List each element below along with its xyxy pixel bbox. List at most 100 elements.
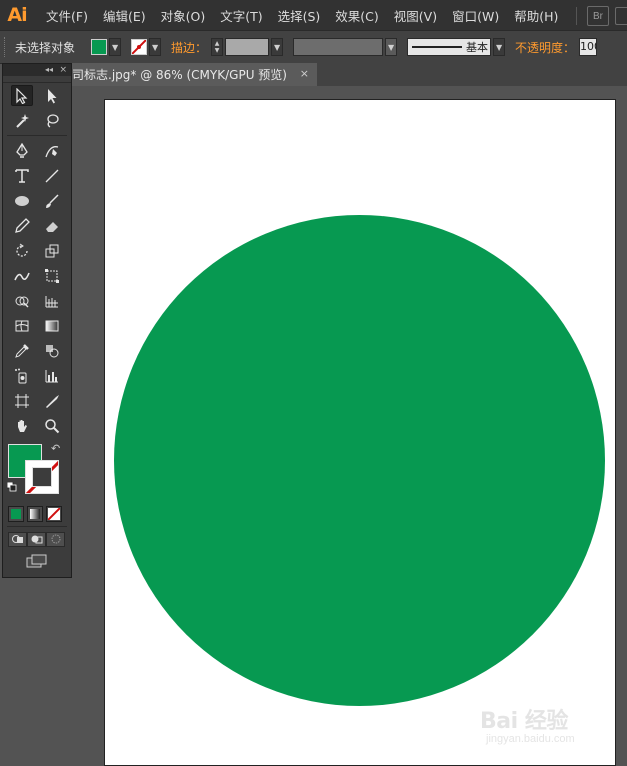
menubar-separator: [576, 7, 577, 25]
draw-inside-button[interactable]: [46, 531, 65, 547]
stroke-none-swatch[interactable]: [131, 39, 148, 55]
column-graph-tool[interactable]: [41, 365, 63, 386]
tool-separator: [7, 135, 67, 136]
stroke-color-box[interactable]: [25, 460, 59, 494]
perspective-grid-tool[interactable]: [41, 290, 63, 311]
stroke-color-control: ▼: [131, 38, 162, 56]
bridge-button[interactable]: Br: [587, 6, 609, 26]
document-tab[interactable]: 司标志.jpg* @ 86% (CMYK/GPU 预览) ×: [72, 63, 317, 86]
stepper-up-icon[interactable]: ▲: [215, 40, 220, 47]
menu-effect[interactable]: 效果(C): [335, 6, 378, 25]
paintbrush-icon: [46, 193, 59, 208]
stock-button[interactable]: [615, 7, 627, 25]
eyedropper-icon: [15, 343, 29, 358]
zoom-tool[interactable]: [41, 415, 63, 436]
direct-selection-tool[interactable]: [41, 85, 63, 106]
line-segment-icon: [45, 169, 59, 182]
menu-help[interactable]: 帮助(H): [514, 6, 558, 25]
watermark-subtext: jingyan.baidu.com: [486, 733, 575, 745]
menu-window[interactable]: 窗口(W): [452, 6, 499, 25]
menu-select[interactable]: 选择(S): [278, 6, 321, 25]
width-tool[interactable]: [11, 265, 33, 286]
stroke-weight-control: 描边： ▲ ▼ ▼: [171, 38, 284, 56]
paintbrush-tool[interactable]: [41, 190, 63, 211]
draw-normal-icon: [11, 535, 23, 543]
document-tab-title[interactable]: 司标志.jpg* @ 86% (CMYK/GPU 预览): [72, 66, 287, 83]
draw-normal-button[interactable]: [8, 531, 27, 547]
slice-tool[interactable]: [41, 390, 63, 411]
shape-builder-icon: [15, 296, 29, 307]
menu-view[interactable]: 视图(V): [394, 6, 437, 25]
opacity-label[interactable]: 不透明度：: [515, 39, 575, 56]
type-t-icon: [15, 168, 29, 183]
stroke-stepper[interactable]: ▲ ▼: [211, 38, 224, 56]
close-tab-icon[interactable]: ×: [300, 67, 309, 80]
swap-fill-stroke-icon[interactable]: ↶: [51, 442, 60, 455]
width-icon: [14, 272, 30, 280]
type-tool[interactable]: [11, 165, 33, 186]
rotate-tool[interactable]: [11, 240, 33, 261]
curvature-tool[interactable]: [41, 140, 63, 161]
shape-builder-tool[interactable]: [11, 290, 33, 311]
zoom-magnifier-icon: [45, 418, 60, 433]
color-mode-row: [3, 504, 71, 524]
blend-tool[interactable]: [41, 340, 63, 361]
selection-tool[interactable]: [11, 85, 33, 106]
gradient-icon: [45, 320, 59, 331]
artboard-tool[interactable]: [11, 390, 33, 411]
close-icon[interactable]: ×: [59, 64, 67, 76]
selection-arrow-icon: [16, 87, 28, 104]
magic-wand-tool[interactable]: [11, 110, 33, 131]
tools-panel-grip[interactable]: [3, 76, 71, 83]
tools-panel-header[interactable]: ◂◂ ×: [3, 64, 71, 76]
pencil-tool[interactable]: [11, 215, 33, 236]
menu-edit[interactable]: 编辑(E): [103, 6, 146, 25]
stroke-weight-dropdown[interactable]: ▼: [271, 38, 284, 56]
fill-color-swatch[interactable]: [91, 39, 108, 55]
stroke-dropdown-arrow[interactable]: ▼: [149, 38, 162, 56]
collapse-icon[interactable]: ◂◂: [45, 64, 53, 76]
stepper-down-icon[interactable]: ▼: [215, 47, 220, 54]
none-icon: [48, 508, 60, 520]
brush-profile-field[interactable]: 基本: [407, 38, 492, 56]
direct-selection-arrow-icon: [48, 88, 57, 103]
brush-profile-dropdown[interactable]: ▼: [493, 38, 506, 56]
pen-tool[interactable]: [11, 140, 33, 161]
scale-tool[interactable]: [41, 240, 63, 261]
fill-dropdown-arrow[interactable]: ▼: [109, 38, 122, 56]
stroke-label[interactable]: 描边：: [171, 39, 207, 56]
opacity-input[interactable]: 100: [579, 38, 598, 56]
menu-object[interactable]: 对象(O): [161, 6, 206, 25]
ellipse-tool[interactable]: [11, 190, 33, 211]
menu-items: 文件(F) 编辑(E) 对象(O) 文字(T) 选择(S) 效果(C) 视图(V…: [46, 6, 573, 25]
stroke-weight-input[interactable]: [225, 38, 270, 56]
mesh-tool[interactable]: [11, 315, 33, 336]
menubar-right: Br: [576, 6, 627, 26]
document-tab-bar: 司标志.jpg* @ 86% (CMYK/GPU 预览) ×: [72, 63, 627, 86]
gradient-tool[interactable]: [41, 315, 63, 336]
screen-mode-icon[interactable]: [26, 554, 48, 568]
control-bar-grip[interactable]: [4, 37, 9, 57]
draw-behind-button[interactable]: [27, 531, 46, 547]
hand-tool[interactable]: [11, 415, 33, 436]
menu-file[interactable]: 文件(F): [46, 6, 88, 25]
gradient-mode-button[interactable]: [27, 506, 43, 522]
lasso-tool[interactable]: [41, 110, 63, 131]
free-transform-tool[interactable]: [41, 265, 63, 286]
color-mode-button[interactable]: [8, 506, 24, 522]
fill-control: ▼: [91, 38, 122, 56]
symbol-sprayer-tool[interactable]: [11, 365, 33, 386]
default-fill-stroke-icon[interactable]: [7, 482, 17, 492]
green-circle-shape[interactable]: [114, 215, 605, 706]
variable-width-dropdown[interactable]: ▼: [385, 38, 398, 56]
none-mode-button[interactable]: [46, 506, 62, 522]
menu-type[interactable]: 文字(T): [220, 6, 262, 25]
magic-wand-icon: [16, 113, 29, 128]
eyedropper-tool[interactable]: [11, 340, 33, 361]
eraser-tool[interactable]: [41, 215, 63, 236]
variable-width-control: ▼: [293, 38, 398, 56]
scale-icon: [45, 244, 59, 257]
line-segment-tool[interactable]: [41, 165, 63, 186]
variable-width-field[interactable]: [293, 38, 384, 56]
tools-panel: ◂◂ × ↶: [2, 63, 72, 578]
